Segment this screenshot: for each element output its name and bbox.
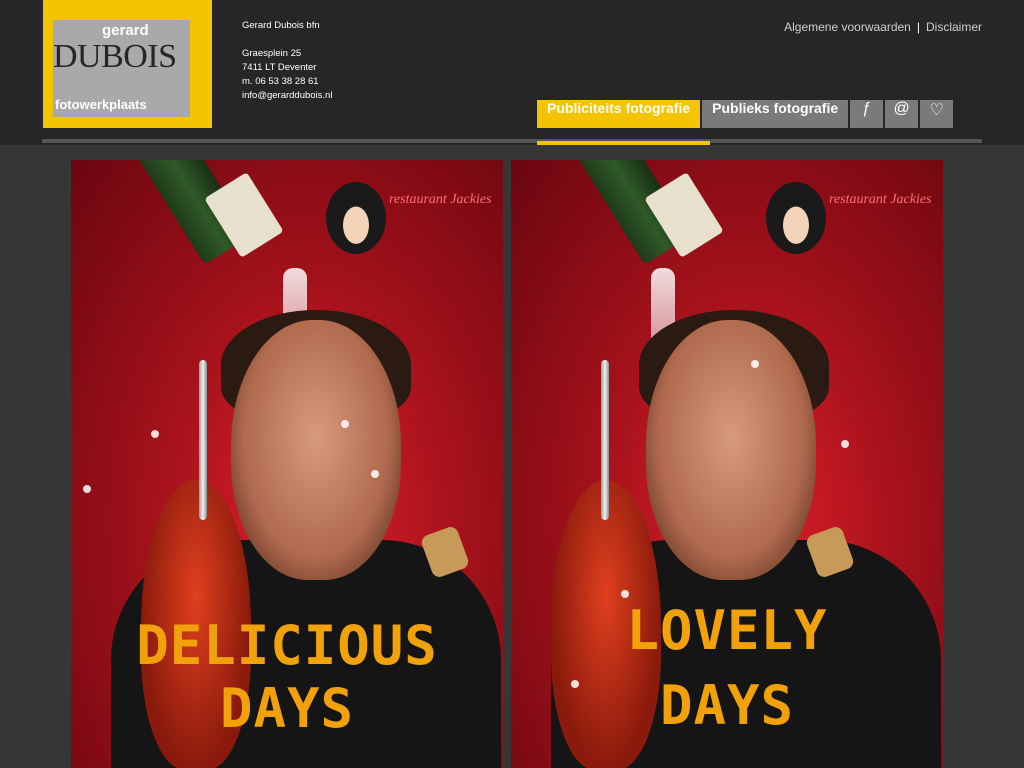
man-face [231, 320, 401, 580]
top-links: Algemene voorwaarden | Disclaimer [784, 20, 982, 34]
splash-drop [83, 485, 91, 493]
poster-delicious-days[interactable]: restaurant Jackies DELICIOUS DAYS [71, 160, 503, 768]
splash-drop [341, 420, 349, 428]
splash-drop [151, 430, 159, 438]
at-icon[interactable]: @ [885, 100, 919, 128]
disclaimer-link[interactable]: Disclaimer [926, 20, 982, 34]
restaurant-logo-portrait [326, 182, 386, 254]
nav-publieks-fotografie[interactable]: Publieks fotografie [702, 100, 849, 128]
restaurant-logo-portrait [766, 182, 826, 254]
logo-tagline: fotowerkplaats [55, 97, 147, 112]
restaurant-brand: restaurant Jackies [829, 192, 932, 207]
nav-publiciteits-fotografie[interactable]: Publiciteits fotografie [537, 100, 701, 128]
poster-lovely-days[interactable]: restaurant Jackies LOVELY DAYS [511, 160, 943, 768]
fork [199, 360, 207, 520]
facebook-icon[interactable]: ƒ [850, 100, 884, 128]
terms-link[interactable]: Algemene voorwaarden [784, 20, 911, 34]
logo-first-name: gerard [102, 22, 149, 39]
contact-company: Gerard Dubois bfn [242, 20, 320, 31]
splash-drop [371, 470, 379, 478]
slogan-line1: LOVELY [626, 599, 828, 662]
contact-phone: m. 06 53 38 28 61 [242, 76, 319, 87]
fork [601, 360, 609, 520]
active-nav-indicator [537, 141, 710, 145]
main-nav: Publiciteits fotografie Publieks fotogra… [537, 100, 954, 128]
site-logo[interactable]: gerard DUBOIS fotowerkplaats [43, 0, 212, 128]
contact-block: Gerard Dubois bfn Graesplein 25 7411 LT … [242, 19, 332, 103]
splash-drop [751, 360, 759, 368]
splash-drop [621, 590, 629, 598]
contact-city: 7411 LT Deventer [242, 62, 317, 73]
contact-email[interactable]: info@gerarddubois.nl [242, 89, 332, 103]
slogan-line1: DELICIOUS [136, 614, 438, 677]
header-divider [42, 139, 982, 143]
splash-drop [571, 680, 579, 688]
slogan-line2: DAYS [219, 677, 355, 740]
contact-street: Graesplein 25 [242, 48, 302, 59]
page-header: gerard DUBOIS fotowerkplaats Gerard Dubo… [0, 0, 1024, 145]
heart-icon[interactable]: ♡ [920, 100, 954, 128]
logo-last-name: DUBOIS [53, 38, 177, 75]
man-face [646, 320, 816, 580]
splash-drop [841, 440, 849, 448]
link-separator: | [916, 20, 920, 34]
restaurant-brand: restaurant Jackies [389, 192, 492, 207]
